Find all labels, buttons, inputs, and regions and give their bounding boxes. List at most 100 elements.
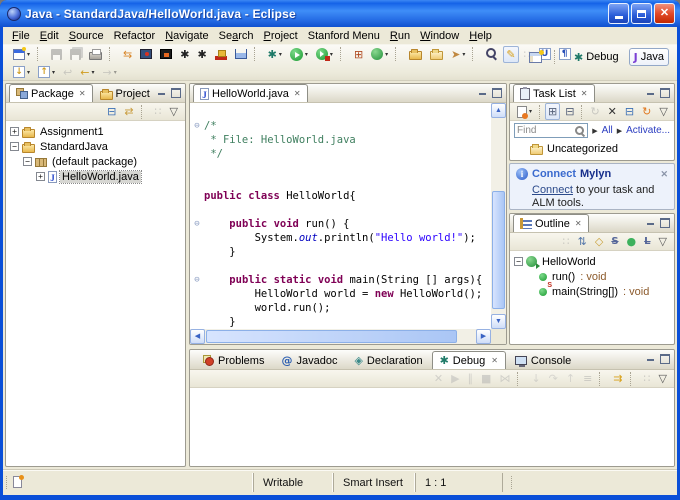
minimize-view-icon[interactable] [644, 353, 656, 364]
tree-item-helloworld-java[interactable]: +HelloWorld.java [6, 169, 185, 184]
horizontal-scrollbar[interactable]: ◀ ▶ [190, 329, 491, 344]
minimize-button[interactable] [608, 3, 629, 24]
close-icon[interactable]: ✕ [294, 89, 301, 98]
tab-javadoc[interactable]: @Javadoc [273, 351, 345, 369]
tab-debug[interactable]: ✱Debug✕ [432, 351, 506, 369]
new-wizard-icon[interactable]: ▾ [10, 46, 33, 63]
close-icon[interactable]: ✕ [575, 219, 582, 228]
menu-help[interactable]: Help [464, 29, 497, 43]
menu-refactor[interactable]: Refactor [109, 29, 161, 43]
debug-perspective-button[interactable]: ✱ Debug [569, 48, 624, 66]
view-menu-icon[interactable]: ▽ [656, 233, 670, 250]
maximize-view-icon[interactable] [659, 353, 671, 364]
link-with-editor-icon[interactable]: ⇄ [121, 103, 136, 120]
hide-completed-icon[interactable]: ✕ [605, 103, 620, 120]
scroll-left-icon[interactable]: ◀ [190, 329, 205, 344]
open-folder-icon-1[interactable] [406, 46, 425, 63]
scroll-up-icon[interactable]: ▲ [491, 103, 506, 118]
menu-navigate[interactable]: Navigate [160, 29, 213, 43]
launch-icon[interactable]: ➤▾ [448, 46, 468, 63]
tree-item-helloworld[interactable]: −HelloWorld [510, 254, 674, 269]
menu-search[interactable]: Search [214, 29, 259, 43]
fold-collapse-icon[interactable]: ⊖ [190, 217, 204, 231]
scroll-right-icon[interactable]: ▶ [476, 329, 491, 344]
tab-helloworld-java[interactable]: HelloWorld.java ✕ [193, 84, 308, 102]
maximize-view-icon[interactable] [659, 87, 671, 98]
debug-icon[interactable]: ✱▾ [265, 46, 285, 63]
tree-item-assignment1[interactable]: +Assignment1 [6, 124, 185, 139]
close-icon[interactable]: ✕ [79, 89, 86, 98]
maximize-view-icon[interactable] [491, 87, 503, 98]
back-icon[interactable]: ←▾ [77, 64, 97, 81]
categorized-view-icon[interactable]: ⊞ [545, 103, 560, 120]
collapse-all-icon[interactable]: ⊟ [104, 103, 119, 120]
view-menu-icon[interactable]: ▽ [656, 103, 670, 120]
menu-project[interactable]: Project [259, 29, 303, 43]
search-person-icon[interactable] [483, 46, 501, 63]
export-tray-icon[interactable] [232, 46, 250, 63]
java-perspective-button[interactable]: J Java [629, 48, 669, 66]
maximize-view-icon[interactable] [659, 217, 671, 228]
code-editor[interactable]: ⊖/* * File: HelloWorld.java */public cla… [190, 105, 491, 329]
find-input[interactable] [517, 124, 573, 137]
mylyn-connect-link[interactable]: Connect [532, 184, 573, 196]
category-uncategorized[interactable]: Uncategorized [510, 140, 674, 157]
tab-outline[interactable]: Outline ✕ [513, 214, 589, 232]
scroll-down-icon[interactable]: ▼ [491, 314, 506, 329]
scroll-thumb[interactable] [492, 191, 505, 309]
tab-project-explorer[interactable]: Project [93, 84, 157, 102]
stamp-icon[interactable] [212, 46, 230, 63]
new-class-icon[interactable]: ▾ [368, 46, 391, 63]
menu-file[interactable]: File [7, 29, 35, 43]
print-icon[interactable] [86, 46, 105, 63]
menu-stanford-menu[interactable]: Stanford Menu [303, 29, 385, 43]
fold-collapse-icon[interactable]: ⊖ [190, 273, 204, 287]
use-step-filters-icon[interactable]: ⇉ [610, 370, 625, 387]
hide-fields-icon[interactable]: ◇ [592, 233, 606, 250]
minimize-view-icon[interactable] [476, 87, 488, 98]
tree-item-run[interactable]: run() : void [510, 269, 674, 284]
repository-sync-icon[interactable]: ↻ [639, 103, 654, 120]
open-perspective-icon[interactable] [526, 49, 545, 66]
previous-annotation-icon[interactable]: ↑▾ [35, 64, 58, 81]
fold-collapse-icon[interactable]: ⊖ [190, 119, 204, 133]
open-folder-icon-2[interactable] [427, 46, 446, 63]
new-java-project-icon[interactable]: ⊞ [351, 46, 366, 63]
tab-package-explorer[interactable]: Package ✕ [9, 84, 93, 102]
tab-console[interactable]: Console [507, 351, 579, 369]
menu-edit[interactable]: Edit [35, 29, 64, 43]
dropdown-icon[interactable]: ▽ [656, 370, 670, 387]
submit-assignment-icon[interactable]: ⇆ [120, 46, 135, 63]
fast-view-icon[interactable] [13, 476, 22, 488]
menu-run[interactable]: Run [385, 29, 415, 43]
minimize-view-icon[interactable] [644, 217, 656, 228]
expander-icon[interactable]: − [23, 157, 32, 166]
view-menu-icon[interactable]: ▽ [167, 103, 181, 120]
run-program-icon-1[interactable]: ✱ [177, 46, 192, 63]
close-button[interactable]: ✕ [654, 3, 675, 24]
close-icon[interactable]: ✕ [660, 169, 668, 180]
close-icon[interactable]: ✕ [491, 356, 498, 365]
hide-local-icon[interactable]: L [641, 233, 653, 250]
minimize-view-icon[interactable] [155, 87, 167, 98]
maximize-button[interactable] [631, 3, 652, 24]
close-icon[interactable]: ✕ [581, 89, 588, 98]
expander-icon[interactable]: + [36, 172, 45, 181]
tab-task-list[interactable]: Task List ✕ [513, 84, 595, 102]
menu-window[interactable]: Window [415, 29, 464, 43]
run-icon[interactable]: ▾ [287, 46, 311, 63]
stanford-menu-icon-1[interactable] [137, 46, 155, 63]
run-program-icon-2[interactable]: ✱ [194, 46, 209, 63]
tree-item-default-package[interactable]: −(default package) [6, 154, 185, 169]
vertical-scrollbar[interactable]: ▲ ▼ [491, 103, 506, 329]
tab-problems[interactable]: Problems [195, 351, 272, 369]
tree-item-main-string[interactable]: main(String[]) : void [510, 284, 674, 299]
filter-all-link[interactable]: All [602, 125, 613, 136]
new-task-icon[interactable]: ▾ [514, 103, 535, 120]
collapse-all-icon[interactable]: ⊟ [622, 103, 637, 120]
sort-icon[interactable]: ⇅ [575, 233, 590, 250]
scheduled-view-icon[interactable]: ⊟ [562, 103, 577, 120]
minimize-view-icon[interactable] [644, 87, 656, 98]
menu-source[interactable]: Source [64, 29, 109, 43]
stanford-menu-icon-2[interactable] [157, 46, 175, 63]
